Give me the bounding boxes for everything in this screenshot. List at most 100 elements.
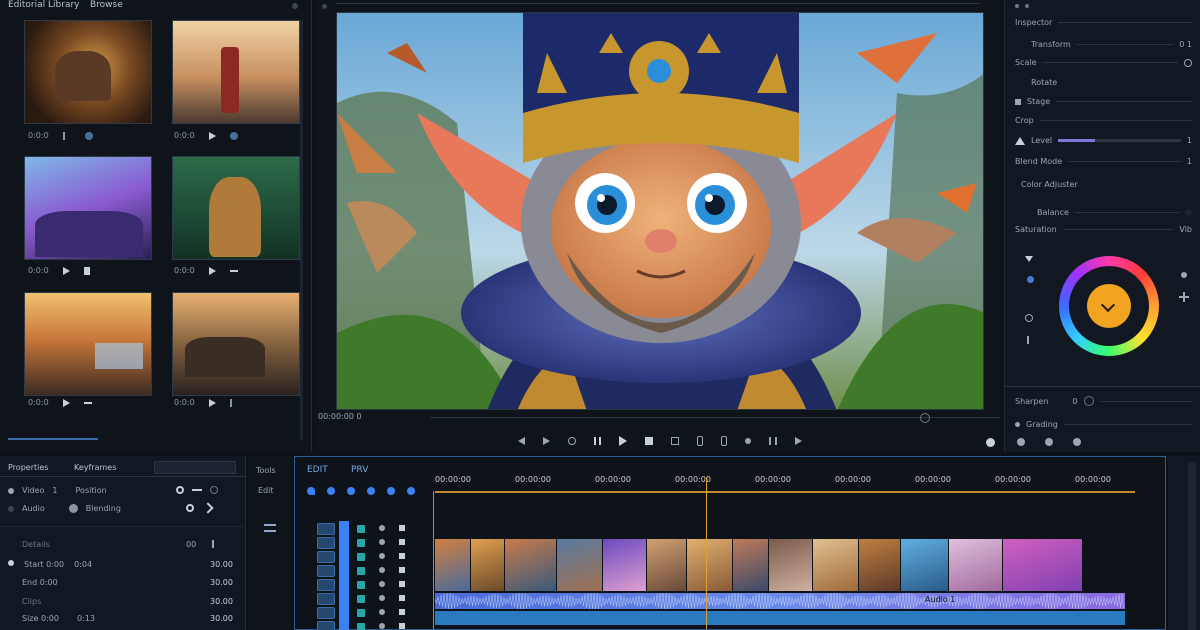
track-dot-icon[interactable] <box>407 487 415 495</box>
media-thumbnail[interactable] <box>24 292 152 396</box>
media-thumbnail[interactable] <box>172 20 300 124</box>
stop-icon[interactable] <box>645 437 653 445</box>
track-toggle[interactable] <box>317 593 335 605</box>
radio-icon[interactable] <box>8 560 14 566</box>
video-clip[interactable] <box>949 539 1003 591</box>
prop-row[interactable]: Audio Blending <box>8 504 121 513</box>
inspector-row[interactable]: Level 1 <box>1015 136 1192 145</box>
video-clip[interactable] <box>687 539 733 591</box>
grading-tool-icon[interactable] <box>1073 438 1081 446</box>
track-lock-icon[interactable] <box>379 525 385 531</box>
track-dot-icon[interactable] <box>367 487 375 495</box>
play-icon[interactable] <box>62 266 70 275</box>
track-toggle[interactable] <box>317 551 335 563</box>
track-mute-icon[interactable] <box>399 553 405 559</box>
track-visibility-icon[interactable] <box>357 595 365 603</box>
inspector-row[interactable]: Grading <box>1015 420 1192 429</box>
pause-icon[interactable] <box>83 266 90 275</box>
inspector-row[interactable]: Stage <box>1015 97 1192 106</box>
video-clip[interactable] <box>733 539 769 591</box>
media-thumbnail[interactable] <box>24 156 152 260</box>
track-dot-icon[interactable] <box>347 487 355 495</box>
track-mute-icon[interactable] <box>399 623 405 629</box>
radio-icon[interactable] <box>8 487 14 494</box>
prev-mark-icon[interactable] <box>568 437 576 445</box>
inspector-row[interactable]: Transform 0 1 <box>1015 40 1192 49</box>
track-mute-icon[interactable] <box>399 567 405 573</box>
track-lock-icon[interactable] <box>379 539 385 545</box>
minus-icon[interactable] <box>229 269 238 272</box>
prop-row[interactable]: Start 0:00 0:04 <box>8 560 92 569</box>
audio-icon[interactable] <box>229 131 238 140</box>
rewind-icon[interactable] <box>518 437 525 445</box>
video-clip[interactable] <box>1003 539 1083 591</box>
radio-icon[interactable] <box>8 505 14 512</box>
video-clip[interactable] <box>859 539 901 591</box>
video-clip[interactable] <box>557 539 603 591</box>
inspector-row[interactable]: Color Adjuster <box>1015 180 1192 189</box>
pause-icon[interactable] <box>594 437 601 445</box>
video-clip[interactable] <box>471 539 505 591</box>
video-preview[interactable] <box>336 12 984 410</box>
track-toggle[interactable] <box>317 565 335 577</box>
inspector-row[interactable]: Crop <box>1015 116 1192 125</box>
inspector-row[interactable]: Inspector <box>1015 18 1192 27</box>
arrow-icon[interactable] <box>202 502 214 514</box>
play-icon[interactable] <box>208 131 216 140</box>
playhead[interactable] <box>706 477 707 629</box>
keyframe-icon[interactable] <box>1185 209 1192 216</box>
prop-row[interactable]: Size 0:00 0:13 <box>22 614 95 623</box>
edit-label[interactable]: Edit <box>258 486 274 495</box>
video-clip[interactable] <box>603 539 647 591</box>
track-visibility-icon[interactable] <box>357 623 365 630</box>
track-visibility-icon[interactable] <box>357 609 365 617</box>
timeline-scrollbar[interactable] <box>1188 462 1196 630</box>
track-lock-icon[interactable] <box>379 581 385 587</box>
color-wheel-center[interactable] <box>1087 284 1131 328</box>
color-wheel[interactable] <box>1059 256 1159 356</box>
media-thumbnail[interactable] <box>172 292 300 396</box>
step-back-icon[interactable] <box>543 437 550 445</box>
track-visibility-icon[interactable] <box>357 567 365 575</box>
play-icon[interactable] <box>62 398 70 407</box>
play-icon[interactable] <box>619 436 627 446</box>
wheel-side-dot-icon[interactable] <box>1181 272 1187 278</box>
color-dot-icon[interactable] <box>1027 276 1034 283</box>
viewer-scrubber[interactable] <box>430 417 1000 418</box>
timeline-subtitle[interactable]: PRV <box>351 465 368 475</box>
track-dot-icon[interactable] <box>387 487 395 495</box>
record-icon[interactable] <box>745 438 751 444</box>
track-visibility-icon[interactable] <box>357 525 365 533</box>
media-scrollbar[interactable] <box>8 438 98 440</box>
track-mute-icon[interactable] <box>399 581 405 587</box>
video-clip[interactable] <box>901 539 949 591</box>
dropdown-icon[interactable] <box>1025 256 1033 262</box>
track-toggle[interactable] <box>317 621 335 630</box>
blend-icon[interactable] <box>68 504 78 513</box>
inspector-row[interactable]: Balance <box>1015 208 1192 217</box>
next-clip-icon[interactable] <box>795 437 802 445</box>
track-mute-icon[interactable] <box>399 595 405 601</box>
audio-track-2[interactable] <box>435 611 1125 625</box>
track-mute-icon[interactable] <box>399 609 405 615</box>
inspector-row[interactable]: Rotate <box>1015 78 1192 87</box>
mark-in-icon[interactable] <box>697 436 703 446</box>
play-icon[interactable] <box>208 266 216 275</box>
track-lock-icon[interactable] <box>379 623 385 629</box>
keyframe-icon[interactable] <box>1184 58 1192 67</box>
toggle-icon[interactable] <box>1083 396 1094 406</box>
reset-icon[interactable] <box>1025 314 1033 322</box>
inspector-row[interactable]: Sharpen 0 <box>1015 396 1192 406</box>
inspector-row[interactable]: Saturation Vib <box>1015 225 1192 234</box>
viewer-menu-icon[interactable] <box>322 4 327 9</box>
media-tab[interactable]: Browse <box>90 0 123 10</box>
level-slider[interactable] <box>1058 139 1181 142</box>
inspector-row[interactable]: Scale <box>1015 58 1192 67</box>
media-thumbnail[interactable] <box>24 20 152 124</box>
play-icon[interactable] <box>208 398 216 407</box>
video-clip[interactable] <box>505 539 557 591</box>
prop-row[interactable]: Video 1 Position <box>8 486 107 495</box>
in-point-marker[interactable] <box>433 491 434 629</box>
toggle-icon[interactable] <box>210 486 218 494</box>
video-clip[interactable] <box>647 539 687 591</box>
